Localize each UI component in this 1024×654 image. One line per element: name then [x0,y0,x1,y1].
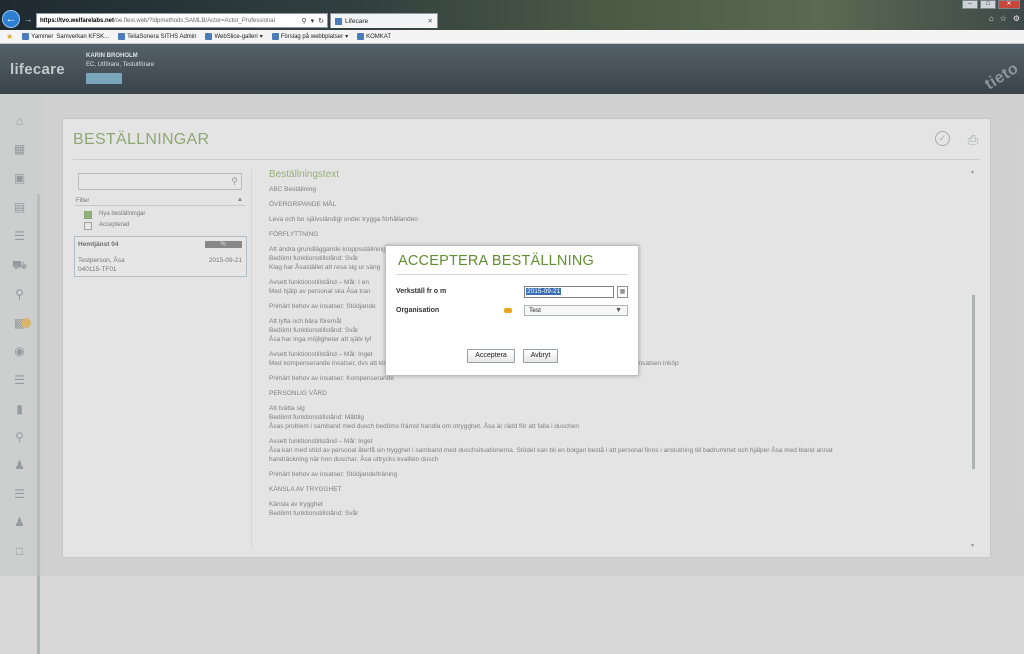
yammer-icon [22,33,30,40]
link-icon [271,33,279,40]
url-host: https://tvo.welfarelabs.net [40,17,115,24]
user-name: KARIN BROHOLM [86,53,138,59]
user-role: EC, Utförare, Testutförare [86,62,155,68]
minimize-button[interactable]: – [962,0,978,9]
gear-icon[interactable]: ⚙ [1013,14,1020,23]
organisation-select[interactable]: Test ▼ [524,305,628,316]
date-label: Verkställ fr o m [396,288,447,295]
date-input[interactable]: 2015-09-21 [524,286,614,298]
accept-order-dialog: ACCEPTERA BESTÄLLNING Verkställ fr o m 2… [385,245,639,376]
favorite-link[interactable]: WebSlice-galleri ▾ [205,33,263,40]
accept-button[interactable]: Acceptera [467,349,515,363]
user-menu-button[interactable] [86,73,122,84]
webslice-icon [205,33,213,40]
app-header: lifecare KARIN BROHOLM EC, Utförare, Tes… [0,44,1024,94]
forward-button[interactable]: → [22,13,34,25]
favorites-bar: ★ Yammer Samverkan KFSK... TeliaSonera S… [0,30,1024,44]
app-logo: lifecare [10,61,65,78]
favorite-link[interactable]: Förslag på webbplatser ▾ [271,33,348,40]
close-tab-icon[interactable]: ✕ [428,17,433,25]
organisation-value: Test [529,307,541,314]
browser-tab[interactable]: Lifecare ✕ [330,13,438,28]
favorite-link[interactable]: Samverkan KFSK... [56,34,109,40]
browser-titlebar: ← → https://tvo.welfarelabs.net/oe.flexi… [0,0,1024,30]
page-favicon-icon [335,17,342,25]
back-button[interactable]: ← [2,10,20,28]
link-icon [357,33,365,40]
tab-title: Lifecare [345,17,369,25]
url-path: /oe.flexi.web/?ldpmethods;SAMLB/Actor=Ac… [114,17,275,24]
tieto-logo: tieto [981,59,1022,94]
favorite-link[interactable]: KOMKAT [357,33,391,40]
required-marker-icon [504,308,512,313]
favorites-star-icon[interactable]: ★ [6,32,13,41]
favorite-link[interactable]: TeliaSonera SITHS Admin [118,33,196,40]
cancel-button[interactable]: Avbryt [523,349,558,363]
calendar-icon[interactable]: ▦ [617,286,628,298]
date-value: 2015-09-21 [526,288,562,295]
maximize-button[interactable]: □ [980,0,996,9]
search-icon[interactable]: ⚲ [301,17,306,25]
home-icon[interactable]: ⌂ [989,14,994,23]
dropdown-icon[interactable]: ▾ [311,17,315,25]
favorite-link[interactable]: Yammer [22,33,53,40]
refresh-icon[interactable]: ↻ [318,17,324,25]
address-bar[interactable]: https://tvo.welfarelabs.net/oe.flexi.web… [36,13,328,28]
organisation-label: Organisation [396,307,440,314]
chevron-down-icon: ▼ [615,307,622,314]
dialog-title: ACCEPTERA BESTÄLLNING [398,253,594,269]
close-window-button[interactable]: ✕ [998,0,1020,9]
link-icon [118,33,126,40]
favorites-star-icon[interactable]: ☆ [1000,14,1007,23]
